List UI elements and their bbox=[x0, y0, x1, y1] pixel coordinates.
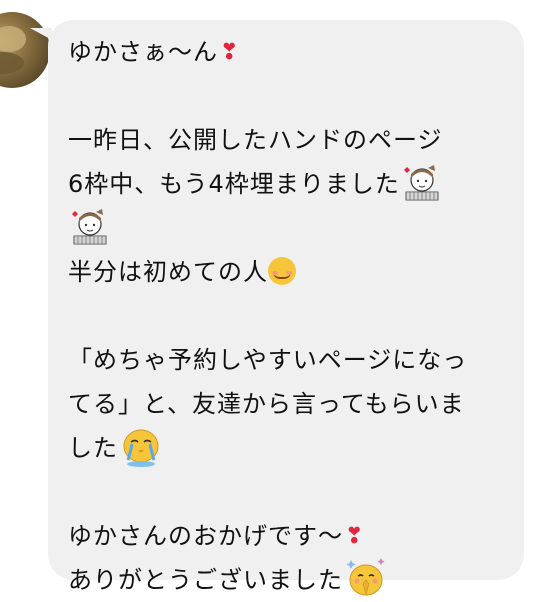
sender-avatar[interactable] bbox=[0, 12, 50, 88]
heart-exclamation-icon: ❣ bbox=[220, 40, 240, 65]
message-line-text: ありがとうございました bbox=[68, 566, 343, 594]
message-line-text: ゆかさぁ〜ん bbox=[68, 38, 218, 66]
message-line: 6枠中、もう4枠埋まりました bbox=[68, 162, 498, 206]
crying-chick-sticker bbox=[123, 429, 159, 467]
message-line-text: した bbox=[68, 434, 118, 462]
message-line bbox=[68, 206, 498, 250]
girl-character-emoji bbox=[403, 165, 439, 201]
avatar-detail bbox=[0, 52, 24, 74]
message-line: 半分は初めての人 bbox=[68, 250, 498, 294]
girl-character-emoji bbox=[72, 209, 107, 245]
message-line: 一昨日、公開したハンドのページ bbox=[68, 118, 498, 162]
message-line: した bbox=[68, 426, 498, 470]
message-line: 「めちゃ予約しやすいページになっ bbox=[68, 338, 498, 382]
message-line: ゆかさんのおかげです〜❣ bbox=[68, 514, 498, 558]
message-line-text: てる」と、友達から言ってもらいま bbox=[68, 390, 465, 418]
praying-chick-sticker bbox=[346, 558, 385, 596]
message-line-text: 半分は初めての人 bbox=[68, 258, 268, 286]
avatar-detail bbox=[0, 26, 26, 52]
message-line-text: ゆかさんのおかげです〜 bbox=[68, 522, 343, 550]
smiling-face-icon bbox=[268, 257, 296, 285]
message-line: てる」と、友達から言ってもらいま bbox=[68, 382, 498, 426]
message-line-text: 「めちゃ予約しやすいページになっ bbox=[68, 346, 468, 374]
message-line-text: 6枠中、もう4枠埋まりました bbox=[68, 170, 400, 198]
message-line: ありがとうございました bbox=[68, 558, 498, 602]
message-line: ゆかさぁ〜ん❣ bbox=[68, 30, 498, 74]
heart-exclamation-icon: ❣ bbox=[345, 524, 365, 549]
message-line-text: 一昨日、公開したハンドのページ bbox=[68, 126, 443, 154]
message-text: ゆかさぁ〜ん❣ 一昨日、公開したハンドのページ 6枠中、もう4枠埋まりました 半… bbox=[68, 30, 498, 602]
